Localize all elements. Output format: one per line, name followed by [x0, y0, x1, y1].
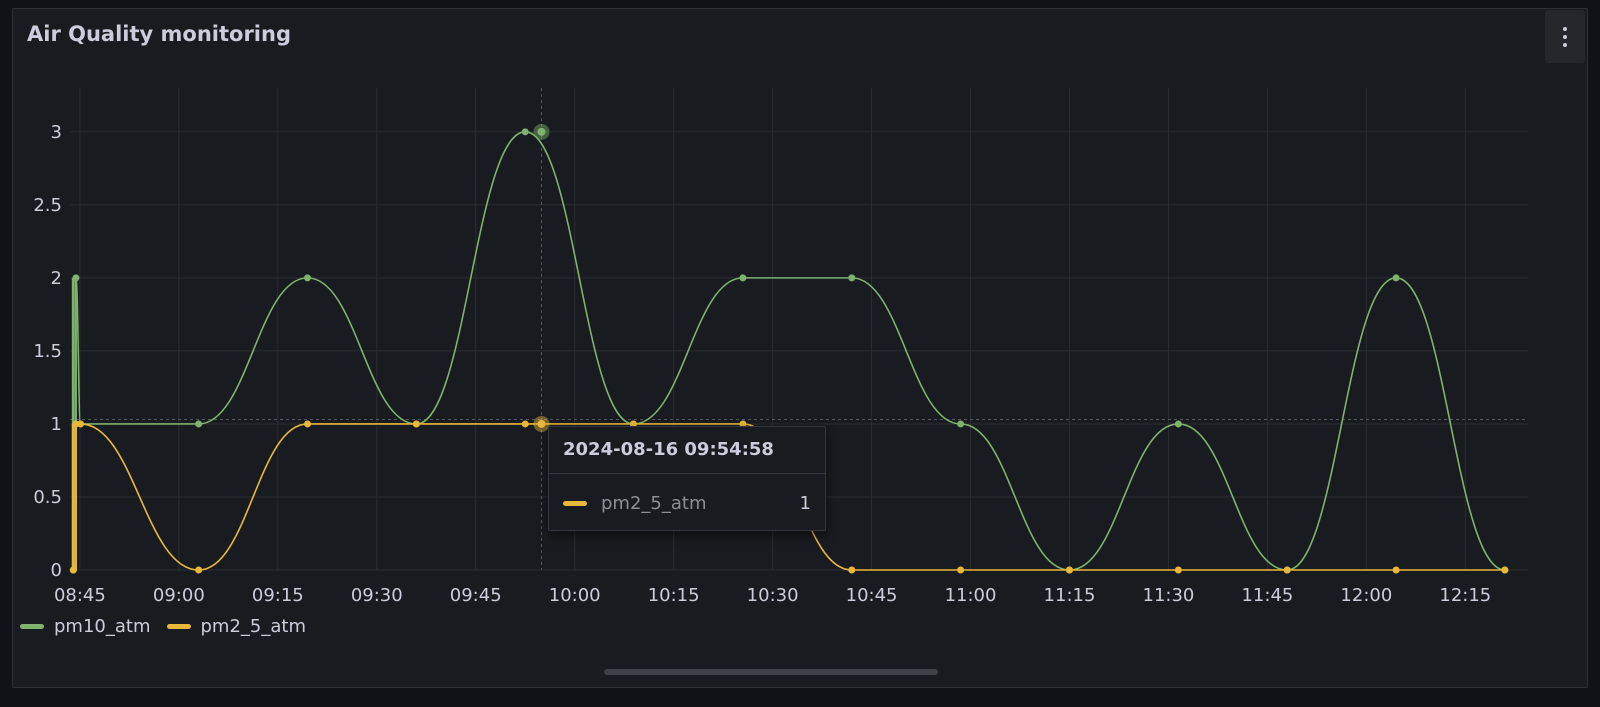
data-point-pm2_5_atm: [69, 566, 77, 574]
data-point-pm10_atm: [739, 274, 747, 282]
data-point-pm2_5_atm: [1392, 566, 1400, 574]
y-tick-label: 1: [51, 414, 62, 435]
tooltip-divider: [549, 473, 825, 474]
tooltip-swatch: [563, 501, 587, 506]
data-point-pm2_5_atm: [1174, 566, 1182, 574]
legend-item-pm2-5[interactable]: pm2_5_atm: [166, 616, 307, 637]
data-point-pm2_5_atm: [1065, 566, 1073, 574]
tooltip-series-name: pm2_5_atm: [601, 493, 707, 514]
legend-swatch-pm10: [20, 624, 44, 629]
data-point-pm2_5_atm: [77, 420, 85, 428]
x-tick-label: 09:15: [252, 585, 304, 606]
legend-swatch-pm2-5: [166, 624, 191, 629]
tooltip-series-value: 1: [799, 493, 811, 514]
x-tick-label: 12:15: [1439, 585, 1491, 606]
x-tick-label: 11:15: [1044, 585, 1096, 606]
data-point-pm2_5_atm: [304, 420, 312, 428]
data-point-pm10_atm: [848, 274, 856, 282]
x-tick-label: 10:45: [846, 585, 898, 606]
data-point-pm10_atm: [521, 128, 529, 136]
x-tick-label: 10:00: [549, 585, 601, 606]
legend-label-pm10: pm10_atm: [54, 616, 151, 637]
x-tick-label: 08:45: [54, 585, 106, 606]
x-tick-label: 10:30: [747, 585, 799, 606]
line-chart[interactable]: 0 0.5 1 1.5 2 2.5 3 08:45 09:00 09:15 09:30 09:45 10…: [0, 0, 1600, 707]
hover-marker-pm10: [537, 127, 546, 136]
data-point-pm10_atm: [304, 274, 312, 282]
y-tick-label: 1.5: [33, 341, 62, 362]
tooltip-timestamp: 2024-08-16 09:54:58: [563, 439, 774, 460]
legend-item-pm10[interactable]: pm10_atm: [20, 616, 151, 637]
x-tick-label: 12:00: [1340, 585, 1392, 606]
data-point-pm2_5_atm: [957, 566, 965, 574]
x-tick-label: 09:30: [351, 585, 403, 606]
tooltip-row: pm2_5_atm 1: [563, 493, 811, 514]
data-point-pm10_atm: [1392, 274, 1400, 282]
data-point-pm2_5_atm: [412, 420, 420, 428]
data-point-pm10_atm: [957, 420, 965, 428]
x-tick-label: 11:45: [1241, 585, 1293, 606]
x-tick-label: 09:45: [450, 585, 502, 606]
data-point-pm2_5_atm: [1283, 566, 1291, 574]
hover-marker-pm2-5: [537, 419, 546, 428]
horizontal-scrollbar[interactable]: [604, 669, 938, 675]
data-point-pm10_atm: [195, 420, 203, 428]
x-tick-label: 09:00: [153, 585, 205, 606]
y-tick-label: 2.5: [33, 195, 62, 216]
data-point-pm10_atm: [72, 274, 80, 282]
y-tick-label: 0: [51, 560, 62, 581]
data-point-pm2_5_atm: [521, 420, 529, 428]
hover-tooltip: 2024-08-16 09:54:58 pm2_5_atm 1: [548, 426, 826, 531]
x-tick-label: 11:00: [945, 585, 997, 606]
data-point-pm2_5_atm: [1501, 566, 1509, 574]
x-tick-label: 11:30: [1143, 585, 1195, 606]
y-tick-label: 3: [51, 122, 62, 143]
data-point-pm2_5_atm: [848, 566, 856, 574]
legend-label-pm2-5: pm2_5_atm: [200, 616, 307, 637]
y-tick-label: 0.5: [33, 487, 62, 508]
y-tick-label: 2: [51, 268, 62, 289]
legend: pm10_atm pm2_5_atm: [20, 616, 306, 637]
x-tick-label: 10:15: [648, 585, 700, 606]
data-point-pm10_atm: [1174, 420, 1182, 428]
data-point-pm2_5_atm: [195, 566, 203, 574]
